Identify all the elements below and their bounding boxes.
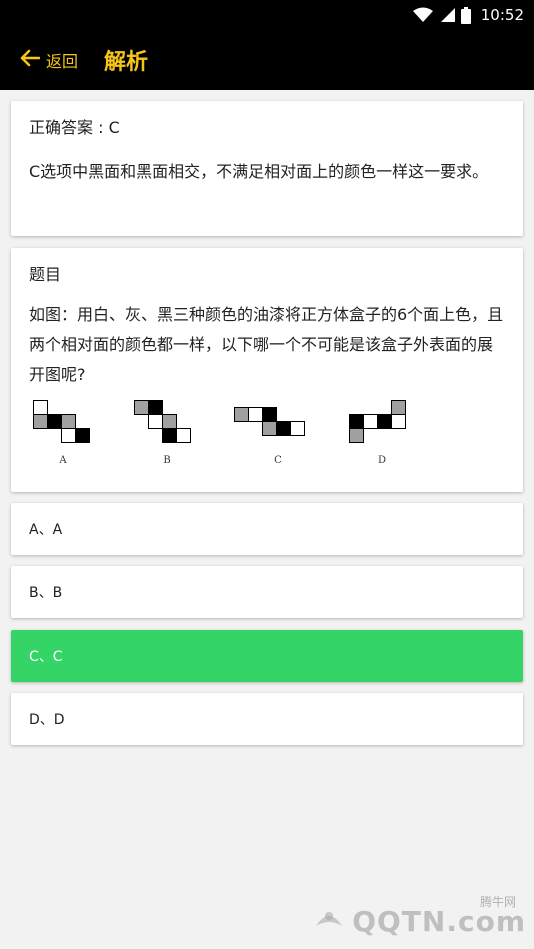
app-bar: 返回 解析 — [0, 30, 534, 90]
question-label: 题目 — [29, 265, 62, 284]
answer-card: 正确答案 : C C选项中黑面和黑面相交，不满足相对面上的颜色一样这一要求。 — [11, 101, 523, 236]
correct-answer-label: 正确答案 : C — [29, 118, 120, 137]
wifi-icon — [412, 7, 433, 23]
option-b[interactable]: B、B — [11, 566, 523, 618]
status-bar: 10:52 — [0, 0, 534, 30]
figure-label-a: A — [58, 455, 67, 466]
arrow-left-icon — [20, 49, 41, 71]
page-title: 解析 — [104, 50, 149, 75]
option-d[interactable]: D、D — [11, 693, 523, 745]
figure-label-b: B — [163, 455, 170, 466]
figure-label-c: C — [274, 455, 282, 466]
cube-nets-figure: A B C D — [33, 400, 406, 466]
watermark-subtext: 腾牛网 — [479, 895, 516, 909]
cube-net-c — [234, 407, 305, 436]
cube-net-a — [33, 400, 90, 443]
watermark: QQTN.com 腾牛网 — [316, 895, 526, 941]
answer-explanation: C选项中黑面和黑面相交，不满足相对面上的颜色一样这一要求。 — [29, 162, 489, 181]
option-label: C、C — [29, 649, 63, 665]
back-button[interactable]: 返回 — [20, 48, 78, 72]
figure-label-d: D — [378, 455, 386, 466]
question-text: 如图：用白、灰、黑三种颜色的油漆将正方体盒子的6个面上色，且两个相对面的颜色都一… — [29, 305, 504, 384]
cellular-signal-icon — [439, 7, 455, 23]
option-label: A、A — [29, 522, 63, 538]
option-label: D、D — [29, 712, 65, 728]
option-label: B、B — [29, 585, 63, 601]
question-figure: A B C D — [29, 396, 410, 472]
status-icons — [412, 6, 471, 24]
watermark-logo-icon — [312, 904, 346, 938]
status-time: 10:52 — [480, 6, 524, 24]
option-a[interactable]: A、A — [11, 503, 523, 555]
option-c[interactable]: C、C — [11, 630, 523, 682]
cube-net-d — [349, 400, 406, 443]
battery-icon — [460, 6, 471, 24]
back-label: 返回 — [46, 52, 79, 71]
question-card: 题目 如图：用白、灰、黑三种颜色的油漆将正方体盒子的6个面上色，且两个相对面的颜… — [11, 248, 523, 492]
cube-net-b — [134, 400, 191, 443]
